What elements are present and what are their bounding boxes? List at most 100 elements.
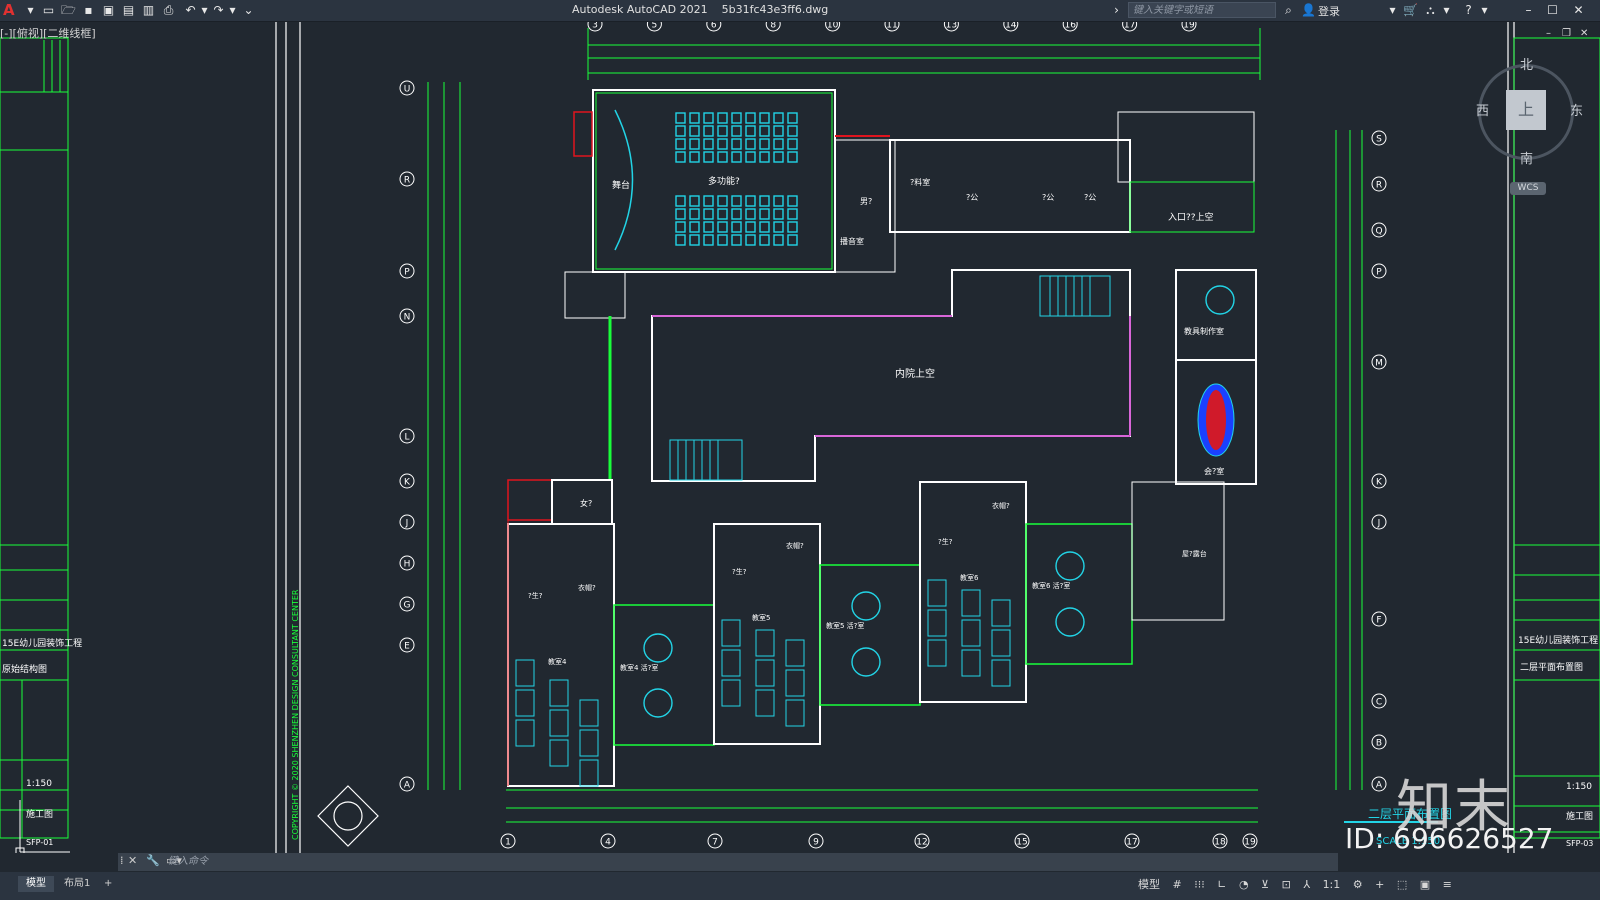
search-expand-icon[interactable]: › [1108, 2, 1125, 19]
right-project-name: 15E幼儿园装饰工程 [1518, 634, 1598, 646]
plot-icon[interactable]: ▥ [140, 2, 157, 19]
axis-top-8: 8 [770, 22, 776, 31]
isodraft-icon[interactable]: ⊻ [1261, 876, 1269, 894]
grid-icon[interactable]: # [1173, 876, 1182, 894]
drawing-canvas[interactable]: 15E幼儿园装饰工程 原始结构图 1:150 施工图 SFP-01 COPYRI… [0, 22, 1600, 853]
annotation-icon[interactable]: ⅄ [1303, 876, 1310, 894]
axis-top-10: 10 [827, 22, 839, 31]
wcs-menu[interactable]: WCS [1510, 182, 1546, 195]
web-mobile-icon[interactable]: ▤ [120, 2, 137, 19]
search-icon[interactable]: ⌕ [1280, 2, 1297, 19]
plus-icon[interactable]: + [1375, 876, 1384, 894]
label-multi-hall: 多功能? [708, 175, 740, 187]
right-scale: 1:150 [1566, 782, 1592, 792]
viewport-close-icon[interactable]: ✕ [1580, 28, 1588, 39]
axis-left-E: E [404, 642, 410, 652]
isolate-icon[interactable]: ⬚ [1397, 876, 1407, 894]
axis-left-H: H [404, 560, 411, 570]
left-stage: 施工图 [26, 808, 53, 820]
axis-top-14: 14 [1005, 22, 1017, 31]
login-link[interactable]: 登录 [1318, 3, 1340, 19]
right-stage: 施工图 [1566, 810, 1593, 822]
label-office3: ?公 [1084, 193, 1096, 202]
workspace-gear-icon[interactable]: ⚙ [1353, 876, 1363, 894]
snap-icon[interactable]: ⁝⁝⁝ [1194, 876, 1205, 894]
osnap-icon[interactable]: ⊡ [1282, 876, 1291, 894]
a360-dropdown-icon[interactable]: ▾ [1438, 2, 1455, 19]
viewport-controls[interactable]: [-][俯视][二维线框] [0, 25, 96, 41]
axis-top-19: 19 [1183, 22, 1195, 31]
search-input[interactable]: 键入关键字或短语 [1128, 2, 1276, 18]
annotation-scale[interactable]: 1:1 [1323, 876, 1341, 894]
label-class4: 教室4 [548, 657, 567, 666]
axis-right-B: B [1376, 739, 1382, 749]
help-icon[interactable]: ? [1460, 2, 1477, 19]
label-courtyard: 内院上空 [895, 367, 935, 380]
label-wc1: ?生? [528, 591, 543, 600]
save-as-icon[interactable]: ▣ [100, 2, 117, 19]
compass-east[interactable]: 东 [1570, 100, 1583, 119]
new-file-icon[interactable]: ▭ [40, 2, 57, 19]
maximize-icon[interactable]: ☐ [1544, 2, 1561, 19]
axis-top-11: 11 [886, 22, 897, 31]
axis-right-J: J [1377, 519, 1381, 529]
command-input[interactable]: 键入命令 [168, 855, 1318, 869]
meeting-table [1197, 383, 1235, 457]
viewcube-top-face[interactable]: 上 [1506, 90, 1546, 130]
axis-right-P: P [1376, 268, 1382, 278]
compass-south[interactable]: 南 [1520, 148, 1533, 167]
help-dropdown-icon[interactable]: ▾ [1476, 2, 1493, 19]
axis-right-M: M [1375, 359, 1383, 369]
left-project-name: 15E幼儿园装饰工程 [2, 637, 82, 649]
label-lab: ?料室 [910, 177, 930, 187]
cart-icon[interactable]: 🛒 [1402, 2, 1419, 19]
viewcube[interactable]: 上 北 西 东 南 WCS [1466, 52, 1590, 202]
app-name: Autodesk AutoCAD 2021 [572, 3, 708, 16]
title-bar: A ▾ ▭ 🗁 ▪ ▣ ▤ ▥ ⎙ ↶ ▾ ↷ ▾ ⌄ Autodesk Aut… [0, 0, 1600, 22]
axis-bottom-1: 1 [505, 838, 511, 848]
viewport-restore-icon[interactable]: ❐ [1562, 28, 1571, 39]
axis-left-N: N [404, 313, 411, 323]
compass-north[interactable]: 北 [1520, 54, 1533, 73]
axis-bottom-4: 4 [605, 838, 611, 848]
redo-dropdown-icon[interactable]: ▾ [224, 2, 241, 19]
label-meeting: 会?室 [1204, 466, 1224, 476]
user-icon[interactable]: 👤 [1300, 2, 1317, 19]
label-coat1: 衣帽? [578, 583, 596, 592]
copyright-vertical-text: COPYRIGHT © 2020 SHENZHEN DESIGN CONSULT… [291, 589, 300, 840]
label-class5: 教室5 [752, 613, 770, 622]
dropdown-icon[interactable]: ▾ [22, 2, 39, 19]
print-icon[interactable]: ⎙ [160, 2, 177, 19]
autodesk-a360-icon[interactable]: ⛬ [1422, 2, 1439, 19]
polar-icon[interactable]: ◔ [1239, 876, 1249, 894]
cmd-close-icon[interactable]: ✕ [128, 854, 137, 867]
autocad-logo-icon[interactable]: A [3, 1, 19, 19]
axis-bottom-12: 12 [916, 838, 927, 848]
cmd-customize-icon[interactable]: 🔧 [146, 854, 160, 867]
model-space-toggle[interactable]: 模型 [1138, 876, 1160, 894]
hardware-accel-icon[interactable]: ▣ [1420, 876, 1430, 894]
axis-top-13: 13 [946, 22, 957, 31]
label-coat3: 衣帽? [992, 501, 1010, 510]
tab-model[interactable]: 模型 [18, 876, 54, 892]
compass-west[interactable]: 西 [1476, 100, 1489, 119]
label-wc3: ?生? [938, 537, 953, 546]
customize-toolbar-icon[interactable]: ⌄ [240, 2, 257, 19]
axis-left-U: U [404, 85, 411, 95]
viewport-minimize-icon[interactable]: – [1546, 28, 1551, 39]
label-wc2: ?生? [732, 567, 747, 576]
tab-layout1[interactable]: 布局1 [56, 876, 98, 892]
axis-left-R: R [404, 176, 410, 186]
cmd-grip-icon[interactable]: ⁞ [120, 854, 124, 867]
save-icon[interactable]: ▪ [80, 2, 97, 19]
close-icon[interactable]: ✕ [1570, 2, 1587, 19]
login-dropdown-icon[interactable]: ▾ [1384, 2, 1401, 19]
ortho-icon[interactable]: ∟ [1217, 876, 1226, 894]
label-roof: 屋?露台 [1182, 549, 1207, 558]
open-folder-icon[interactable]: 🗁 [60, 2, 77, 19]
customization-menu-icon[interactable]: ≡ [1443, 876, 1452, 894]
minimize-icon[interactable]: – [1520, 2, 1537, 19]
add-layout-icon[interactable]: + [96, 876, 120, 892]
axis-top-5: 5 [652, 22, 658, 31]
label-stage: 舞台 [612, 179, 630, 191]
